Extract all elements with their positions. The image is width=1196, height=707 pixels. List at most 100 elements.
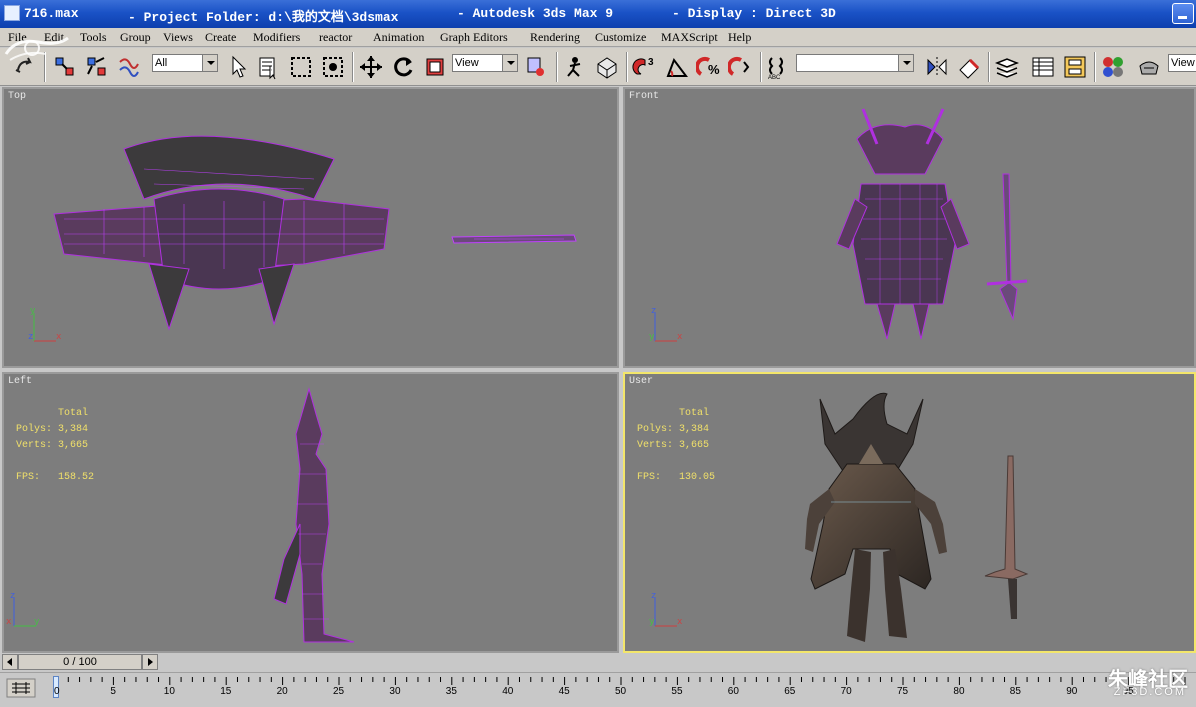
watermark: 朱峰社区 ZF3D.COM	[1058, 663, 1188, 699]
frame-tick-label: 85	[1009, 686, 1021, 697]
menu-modifiers[interactable]: Modifiers	[253, 30, 300, 45]
main-toolbar: All View 3 % ABC View	[0, 48, 1196, 86]
menu-animation[interactable]: Animation	[373, 30, 424, 45]
svg-text:%: %	[708, 62, 720, 77]
layer-icon[interactable]	[994, 54, 1020, 80]
spinner-snap-icon[interactable]	[728, 54, 754, 80]
curve-editor-icon[interactable]	[1030, 54, 1056, 80]
snap-icon[interactable]: 3	[632, 54, 658, 80]
bind-spacewarp-icon[interactable]	[116, 54, 142, 80]
viewport-user[interactable]: User Total Polys: 3,384 Verts: 3,665 FPS…	[623, 372, 1196, 653]
track-bar[interactable]: 0 5 10 15 20 25 30 35 40 45 50 55 60 65 70 75 80 85 90 95	[0, 672, 1196, 707]
frame-tick-label: 50	[615, 686, 627, 697]
rect-region-icon[interactable]	[288, 54, 314, 80]
move-icon[interactable]	[358, 54, 384, 80]
menu-tools[interactable]: Tools	[80, 30, 107, 45]
frame-tick-label: 70	[840, 686, 852, 697]
align-icon[interactable]	[956, 54, 982, 80]
axis-y-label: y	[30, 306, 36, 316]
named-selection-dropdown[interactable]	[796, 54, 914, 72]
watermark-subtitle: ZF3D.COM	[1113, 686, 1186, 698]
percent-snap-icon[interactable]: %	[696, 54, 722, 80]
watermark-logo-icon	[4, 36, 69, 61]
minimize-icon	[1178, 16, 1187, 19]
schematic-icon[interactable]	[1062, 54, 1088, 80]
axis-x-label: x	[56, 332, 61, 342]
material-editor-icon[interactable]	[1100, 54, 1126, 80]
window-crossing-icon[interactable]	[320, 54, 346, 80]
toolbar-separator	[760, 52, 762, 82]
frame-tick-label: 25	[333, 686, 345, 697]
mirror-icon[interactable]	[924, 54, 950, 80]
render-view-dropdown[interactable]: View	[1168, 54, 1196, 72]
axis-gizmo: z y x	[649, 306, 682, 342]
front-view-wireframe	[836, 108, 1028, 340]
minimize-button[interactable]	[1172, 3, 1194, 24]
snap-value: 3	[648, 57, 654, 68]
angle-snap-icon[interactable]	[664, 54, 690, 80]
frame-tick-label: 75	[897, 686, 909, 697]
axis-x-label: x	[677, 332, 682, 342]
menu-group[interactable]: Group	[120, 30, 151, 45]
menu-rendering[interactable]: Rendering	[530, 30, 580, 45]
menu-create[interactable]: Create	[205, 30, 236, 45]
toolbar-separator	[626, 52, 628, 82]
frame-tick-label: 60	[727, 686, 739, 697]
menu-help[interactable]: Help	[728, 30, 751, 45]
frame-tick-label: 35	[445, 686, 457, 697]
viewport-front[interactable]: Front z y x	[623, 87, 1196, 368]
toolbar-separator	[1094, 52, 1096, 82]
pivot-icon[interactable]	[524, 54, 550, 80]
frame-tick-label: 30	[389, 686, 401, 697]
frame-tick-label: 5	[110, 686, 116, 697]
manipulate-icon[interactable]	[562, 54, 588, 80]
time-prev-button[interactable]	[2, 654, 18, 670]
frame-tick-label: 15	[220, 686, 232, 697]
axis-gizmo: z y x	[649, 591, 682, 627]
render-view-value: View	[1171, 57, 1195, 69]
toolbar-separator	[352, 52, 354, 82]
menu-graph-editors[interactable]: Graph Editors	[440, 30, 508, 45]
time-next-button[interactable]	[142, 654, 158, 670]
window-project-folder: - Project Folder: d:\我的文档\3dsmax	[128, 10, 399, 25]
selection-filter-value: All	[155, 57, 168, 69]
menu-views[interactable]: Views	[163, 30, 193, 45]
select-object-icon[interactable]	[226, 54, 252, 80]
rotate-icon[interactable]	[390, 54, 416, 80]
axis-gizmo: y z x	[28, 306, 61, 342]
select-by-name-icon[interactable]	[256, 54, 282, 80]
frame-tick-label: 45	[558, 686, 570, 697]
render-scene-icon[interactable]	[1136, 54, 1162, 80]
unlink-icon[interactable]	[84, 54, 110, 80]
reference-coord-dropdown[interactable]: View	[452, 54, 518, 72]
edit-named-sets-icon[interactable]: ABC	[766, 54, 792, 80]
axis-gizmo: z x y	[6, 591, 40, 627]
menu-customize[interactable]: Customize	[595, 30, 646, 45]
viewport-top[interactable]: Top y z x	[2, 87, 619, 368]
scale-icon[interactable]	[422, 54, 448, 80]
menu-maxscript[interactable]: MAXScript	[661, 30, 718, 45]
keyboard-shortcut-icon[interactable]	[594, 54, 620, 80]
menu-bar: File Edit Tools Group Views Create Modif…	[0, 28, 1196, 61]
time-slider-thumb[interactable]: 0 / 100	[18, 654, 142, 670]
app-icon[interactable]	[4, 5, 20, 21]
time-slider[interactable]: 0 / 100	[0, 653, 1196, 671]
menu-reactor[interactable]: reactor	[319, 30, 352, 45]
chevron-down-icon	[898, 55, 913, 71]
reference-coord-value: View	[455, 57, 479, 69]
chevron-down-icon	[202, 55, 217, 71]
axis-y-label: y	[34, 617, 40, 627]
window-app-name: - Autodesk 3ds Max 9	[457, 6, 614, 21]
axis-z-label: z	[10, 591, 15, 601]
axis-z-label: z	[651, 591, 656, 601]
frame-tick-label: 55	[671, 686, 683, 697]
selection-filter-dropdown[interactable]: All	[152, 54, 218, 72]
frame-tick-label: 80	[953, 686, 965, 697]
toolbar-separator	[556, 52, 558, 82]
frame-tick-label: 65	[784, 686, 796, 697]
svg-text:ABC: ABC	[768, 75, 781, 80]
frame-tick-label: 20	[276, 686, 288, 697]
frame-tick-label: 10	[163, 686, 175, 697]
viewport-left[interactable]: Left Total Polys: 3,384 Verts: 3,665 FPS…	[2, 372, 619, 653]
axis-y-label: y	[649, 332, 655, 342]
